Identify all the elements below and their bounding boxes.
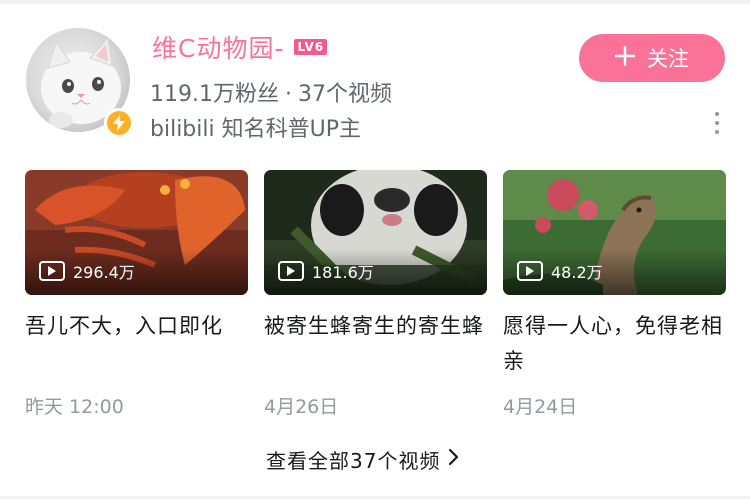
- play-icon: [278, 261, 304, 281]
- top-divider: [0, 0, 750, 4]
- name-row: 维C动物园- LV6: [152, 29, 328, 65]
- fans-count: 119.1万粉丝: [150, 82, 279, 107]
- more-options-icon[interactable]: [710, 110, 724, 136]
- view-count: 181.6万: [312, 263, 374, 282]
- video-thumbnail[interactable]: 48.2万: [503, 170, 726, 295]
- view-count-badge: 48.2万: [517, 259, 603, 283]
- video-date: 4月26日: [264, 396, 339, 418]
- channel-description: bilibili 知名科普UP主: [150, 117, 361, 142]
- follow-button[interactable]: 关注: [579, 34, 725, 82]
- view-count-badge: 296.4万: [39, 259, 135, 283]
- video-date: 4月24日: [503, 396, 578, 418]
- level-badge: LV6: [294, 39, 328, 55]
- video-title[interactable]: 被寄生蜂寄生的寄生蜂: [264, 309, 487, 344]
- view-count-badge: 181.6万: [278, 259, 374, 283]
- chevron-right-icon: [448, 447, 460, 471]
- play-icon: [517, 261, 543, 281]
- video-count: 37个视频: [297, 82, 392, 107]
- lightning-icon: [107, 111, 131, 135]
- channel-name[interactable]: 维C动物园-: [152, 29, 284, 65]
- video-title[interactable]: 吾儿不大，入口即化: [25, 309, 248, 344]
- follow-button-label: 关注: [647, 47, 689, 71]
- video-title[interactable]: 愿得一人心，免得老相亲: [503, 309, 726, 379]
- view-all-videos-link[interactable]: 查看全部37个视频: [266, 444, 460, 474]
- view-all-label: 查看全部37个视频: [266, 448, 441, 473]
- video-thumbnail[interactable]: 296.4万: [25, 170, 248, 295]
- video-card[interactable]: 296.4万 吾儿不大，入口即化 昨天 12:00: [25, 170, 248, 418]
- verified-badge: [104, 108, 134, 138]
- video-thumbnail[interactable]: 181.6万: [264, 170, 487, 295]
- video-card[interactable]: 48.2万 愿得一人心，免得老相亲 4月24日: [503, 170, 726, 418]
- stats-separator: ·: [284, 82, 292, 107]
- view-count: 296.4万: [73, 263, 135, 282]
- video-card[interactable]: 181.6万 被寄生蜂寄生的寄生蜂 4月26日: [264, 170, 487, 418]
- video-date: 昨天 12:00: [25, 396, 124, 418]
- play-icon: [39, 261, 65, 281]
- channel-stats: 119.1万粉丝 · 37个视频: [150, 76, 392, 108]
- view-count: 48.2万: [551, 263, 603, 282]
- plus-icon: [614, 45, 636, 71]
